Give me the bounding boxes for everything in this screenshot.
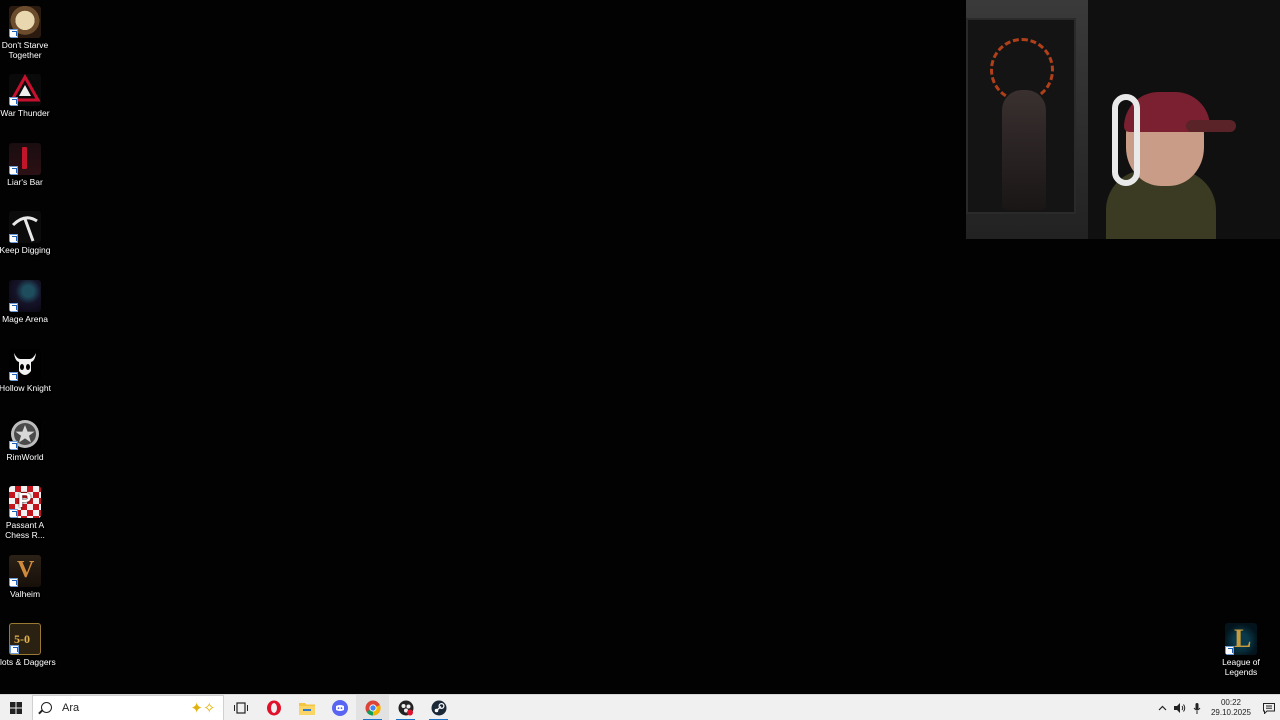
microphone-button[interactable]	[1189, 695, 1205, 720]
hollow-knight-icon	[9, 349, 41, 381]
taskbar-app-chrome[interactable]	[356, 694, 389, 720]
windows-logo-icon	[10, 701, 22, 714]
desktop-icon-label: Hollow Knight	[0, 383, 51, 393]
webcam-overlay	[966, 0, 1280, 239]
dont-starve-together-icon	[9, 6, 41, 38]
start-button[interactable]	[0, 695, 32, 720]
clock-time: 00:22	[1220, 698, 1242, 707]
webcam-poster	[966, 18, 1076, 214]
desktop-icon-label: Keep Digging	[0, 245, 51, 255]
task-view-icon	[233, 701, 248, 714]
microphone-icon	[1193, 702, 1200, 714]
task-view-button[interactable]	[224, 695, 257, 720]
desktop-icon-label: War Thunder	[0, 108, 50, 118]
notification-center-button[interactable]	[1258, 695, 1280, 720]
taskbar: Ara ✦✧ 00:22 29.10.2025	[0, 694, 1280, 720]
clock[interactable]: 00:22 29.10.2025	[1209, 698, 1253, 718]
desktop-icon-passant-chess[interactable]: Passant A Chess R...	[0, 486, 50, 540]
mage-arena-icon	[9, 280, 41, 312]
league-of-legends-icon	[1225, 623, 1257, 655]
steam-icon	[431, 700, 446, 715]
desktop-icon-valheim[interactable]: Valheim	[0, 555, 50, 599]
valheim-icon	[9, 555, 41, 587]
desktop-icon-dont-starve-together[interactable]: Don't Starve Together	[0, 6, 50, 60]
chevron-up-icon	[1158, 705, 1167, 711]
desktop-icon-label: League of Legends	[1222, 657, 1260, 677]
desktop-icon-label: Don't Starve Together	[1, 40, 49, 60]
passant-chess-icon	[9, 486, 41, 518]
search-icon	[41, 702, 52, 713]
notification-icon	[1262, 702, 1275, 714]
desktop-icon-label: Valheim	[9, 589, 41, 599]
file-explorer-icon	[298, 702, 315, 715]
taskbar-app-obs[interactable]	[389, 695, 422, 720]
desktop-icon-label: Passant A Chess R...	[5, 520, 45, 540]
search-input[interactable]: Ara	[62, 702, 183, 714]
taskbar-app-file-explorer[interactable]	[290, 695, 323, 720]
desktop-icon-hollow-knight[interactable]: Hollow Knight	[0, 349, 51, 393]
taskbar-app-discord[interactable]	[323, 695, 356, 720]
desktop-icon-league-of-legends[interactable]: League of Legends	[1216, 623, 1266, 677]
discord-icon	[331, 699, 348, 716]
desktop-icon-keep-digging[interactable]: Keep Digging	[0, 211, 51, 255]
desktop-icon-war-thunder[interactable]: War Thunder	[0, 74, 50, 118]
show-hidden-icons-button[interactable]	[1155, 695, 1171, 720]
obs-icon	[398, 700, 413, 715]
volume-button[interactable]	[1172, 695, 1188, 720]
desktop-icon-label: Liar's Bar	[7, 177, 43, 187]
desktop-icon-label: Mage Arena	[2, 314, 48, 324]
rimworld-icon	[9, 418, 41, 450]
liars-bar-icon	[9, 143, 41, 175]
war-thunder-icon	[9, 74, 41, 106]
taskbar-app-opera[interactable]	[257, 695, 290, 720]
desktop-icon-label: Slots & Daggers	[0, 657, 56, 667]
clock-date: 29.10.2025	[1210, 708, 1252, 717]
speaker-icon	[1173, 703, 1185, 713]
chrome-icon	[365, 700, 381, 716]
desktop-icon-rimworld[interactable]: RimWorld	[0, 418, 50, 462]
opera-icon	[266, 700, 281, 715]
search-box[interactable]: Ara ✦✧	[32, 694, 224, 720]
desktop-icon-liars-bar[interactable]: Liar's Bar	[0, 143, 50, 187]
keep-digging-icon	[9, 211, 41, 243]
search-highlight-icon: ✦✧	[190, 699, 216, 717]
desktop-icon-label: RimWorld	[6, 452, 44, 462]
system-tray: 00:22 29.10.2025	[1154, 695, 1280, 720]
desktop-icon-slots-daggers[interactable]: Slots & Daggers	[0, 623, 56, 667]
webcam-streamer	[1106, 90, 1236, 239]
desktop: Don't Starve Together War Thunder Liar's…	[0, 0, 1280, 694]
slots-daggers-icon	[9, 623, 41, 655]
desktop-icon-mage-arena[interactable]: Mage Arena	[0, 280, 50, 324]
taskbar-app-steam[interactable]	[422, 695, 455, 720]
